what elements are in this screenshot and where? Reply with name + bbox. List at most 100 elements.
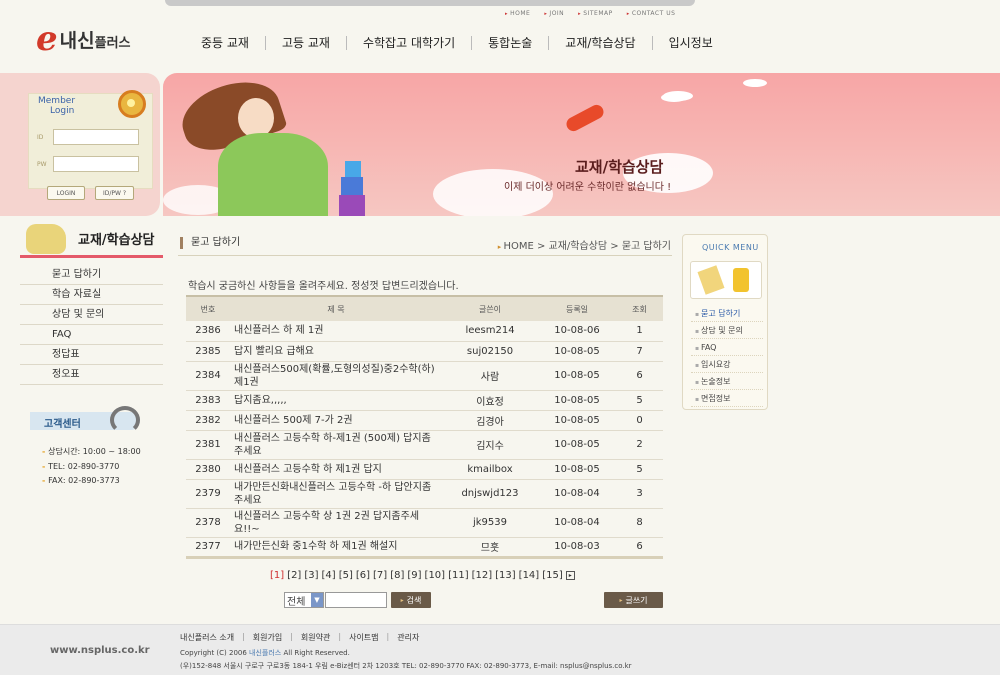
- nav-essay[interactable]: 통합논술: [472, 34, 548, 51]
- nav-high-books[interactable]: 고등 교재: [266, 34, 346, 51]
- next-page-icon[interactable]: ▸: [565, 571, 575, 580]
- nav-middle-books[interactable]: 중등 교재: [185, 34, 265, 51]
- page-link[interactable]: [10]: [425, 570, 446, 581]
- quick-menu-title: QUICK MENU: [702, 243, 759, 252]
- password-input[interactable]: [53, 156, 139, 172]
- row-title-link[interactable]: 답지 빨리요 급해요: [230, 341, 442, 362]
- nav-consulting[interactable]: 교재/학습상담: [549, 34, 651, 51]
- page-link[interactable]: [3]: [304, 570, 318, 581]
- search-button[interactable]: 검색: [391, 592, 431, 608]
- nav-math-college[interactable]: 수학잡고 대학가기: [347, 34, 471, 51]
- row-views: 5: [616, 459, 663, 480]
- row-title-link[interactable]: 내신플러스 하 제 1권: [230, 321, 442, 342]
- row-date: 10-08-05: [538, 341, 616, 362]
- cs-fax: FAX: 02-890-3773: [42, 476, 120, 485]
- row-title-link[interactable]: 내가만든신화내신플러스 고등수학 -하 답안지좀 주세요: [230, 479, 442, 509]
- page-link[interactable]: [9]: [407, 570, 421, 581]
- footer-sep: |: [242, 632, 245, 641]
- row-author: dnjswjd123: [442, 479, 538, 509]
- girl-face-shape: [238, 98, 274, 138]
- write-button[interactable]: 글쓰기: [604, 592, 663, 608]
- row-author: 므훗: [442, 537, 538, 559]
- page-link[interactable]: [8]: [390, 570, 404, 581]
- table-row[interactable]: 2384 내신플러스500제(확률,도형의성질)중2수학(하)제1권 사람 10-08…: [186, 361, 663, 391]
- sidebar-item-faq[interactable]: FAQ: [20, 325, 163, 345]
- footer-link-join[interactable]: 회원가입: [253, 632, 282, 643]
- page-link[interactable]: [6]: [356, 570, 370, 581]
- page-link[interactable]: [14]: [519, 570, 540, 581]
- util-join-link[interactable]: JOIN: [544, 10, 564, 17]
- page-link[interactable]: [1]: [270, 570, 284, 581]
- row-number: 2381: [186, 430, 230, 460]
- row-title-link[interactable]: 내신플러스 고등수학 상 1권 2권 답지좀주세요!!~: [230, 508, 442, 538]
- util-contact-link[interactable]: CONTACT US: [627, 10, 676, 17]
- copy-brand[interactable]: 내신플러스: [249, 649, 281, 657]
- row-date: 10-08-04: [538, 508, 616, 538]
- util-home-link[interactable]: HOME: [505, 10, 530, 17]
- footer-sep: |: [338, 632, 342, 641]
- find-idpw-button[interactable]: ID/PW ?: [95, 186, 134, 200]
- row-title-link[interactable]: 내가만든신화 중1수학 하 제1권 해설지: [230, 537, 442, 559]
- page-link[interactable]: [7]: [373, 570, 387, 581]
- quick-menu: QUICK MENU 묻고 답하기 상담 및 문의 FAQ 입시요강 논술정보 …: [682, 234, 768, 410]
- page-link[interactable]: [12]: [472, 570, 493, 581]
- table-row[interactable]: 2386 내신플러스 하 제 1권 leesm214 10-08-06 1: [186, 321, 663, 342]
- page-link[interactable]: [2]: [287, 570, 301, 581]
- row-date: 10-08-06: [538, 321, 616, 342]
- row-title-link[interactable]: 내신플러스 고등수학 하 제1권 답지: [230, 459, 442, 480]
- table-row[interactable]: 2383 답지좀요,,,,, 이효정 10-08-05 5: [186, 390, 663, 411]
- pw-label: PW: [37, 160, 47, 168]
- table-row[interactable]: 2377 내가만든신화 중1수학 하 제1권 해설지 므훗 10-08-03 6: [186, 537, 663, 559]
- table-row[interactable]: 2378 내신플러스 고등수학 상 1권 2권 답지좀주세요!!~ jk9539 10…: [186, 508, 663, 538]
- page-link[interactable]: [15]: [542, 570, 563, 581]
- footer-address: (우)152-848 서울시 구로구 구로3동 184-1 우림 e-Biz센터…: [180, 662, 632, 670]
- sidebar-item-answers[interactable]: 정답표: [20, 345, 163, 365]
- quick-item-essay-info[interactable]: 논술정보: [691, 373, 763, 390]
- row-date: 10-08-05: [538, 390, 616, 411]
- sidebar-item-inquiry[interactable]: 상담 및 문의: [20, 305, 163, 325]
- quick-item-faq[interactable]: FAQ: [691, 339, 763, 356]
- quick-item-qna[interactable]: 묻고 답하기: [691, 305, 763, 322]
- footer-link-admin[interactable]: 관리자: [397, 632, 419, 643]
- table-row[interactable]: 2382 내신플러스 500제 7-가 2권 김경아 10-08-05 0: [186, 410, 663, 431]
- table-row[interactable]: 2385 답지 빨리요 급해요 suj02150 10-08-05 7: [186, 341, 663, 362]
- page-link[interactable]: [13]: [495, 570, 516, 581]
- row-title-link[interactable]: 내신플러스500제(확률,도형의성질)중2수학(하)제1권: [230, 361, 442, 391]
- footer-link-about[interactable]: 내신플러스 소개: [180, 632, 234, 643]
- quick-item-admission-guide[interactable]: 입시요강: [691, 356, 763, 373]
- col-title: 제 목: [327, 304, 345, 314]
- page-link[interactable]: [4]: [322, 570, 336, 581]
- id-input[interactable]: [53, 129, 139, 145]
- sidebar-item-errata[interactable]: 정오표: [20, 365, 163, 385]
- row-number: 2378: [186, 508, 230, 538]
- search-scope-value: 전체: [287, 596, 306, 608]
- table-row[interactable]: 2379 내가만든신화내신플러스 고등수학 -하 답안지좀 주세요 dnjswjd1…: [186, 479, 663, 509]
- row-author: jk9539: [442, 508, 538, 538]
- search-input[interactable]: [325, 592, 387, 608]
- row-number: 2383: [186, 390, 230, 411]
- sidebar-item-qna[interactable]: 묻고 답하기: [20, 265, 163, 285]
- footer-link-terms[interactable]: 회원약관: [301, 632, 330, 643]
- main-nav: 중등 교재 고등 교재 수학잡고 대학가기 통합논술 교재/학습상담 입시정보: [185, 34, 729, 51]
- site-logo[interactable]: e 내신플러스: [36, 22, 131, 56]
- table-row[interactable]: 2381 내신플러스 고등수학 하-제1권 (500제) 답지좀 주세요 김지수 10…: [186, 430, 663, 460]
- row-number: 2382: [186, 410, 230, 431]
- row-author: suj02150: [442, 341, 538, 362]
- sidebar-item-resources[interactable]: 학습 자료실: [20, 285, 163, 305]
- login-button[interactable]: LOGIN: [47, 186, 85, 200]
- cs-tel: TEL: 02-890-3770: [42, 462, 119, 471]
- row-title-link[interactable]: 내신플러스 500제 7-가 2권: [230, 410, 442, 431]
- page-link[interactable]: [5]: [339, 570, 353, 581]
- page-link[interactable]: [11]: [448, 570, 469, 581]
- quick-item-interview-info[interactable]: 면접정보: [691, 390, 763, 407]
- login-label: Login: [50, 106, 75, 116]
- util-sitemap-link[interactable]: SITEMAP: [578, 10, 613, 17]
- footer-link-sitemap[interactable]: 사이트맵: [349, 632, 378, 643]
- search-scope-select[interactable]: 전체 ▼: [284, 592, 324, 608]
- table-row[interactable]: 2380 내신플러스 고등수학 하 제1권 답지 kmailbox 10-08-05 5: [186, 459, 663, 480]
- row-number: 2384: [186, 361, 230, 391]
- row-title-link[interactable]: 내신플러스 고등수학 하-제1권 (500제) 답지좀 주세요: [230, 430, 442, 460]
- quick-item-inquiry[interactable]: 상담 및 문의: [691, 322, 763, 339]
- nav-admission[interactable]: 입시정보: [653, 34, 729, 51]
- row-title-link[interactable]: 답지좀요,,,,,: [230, 390, 442, 411]
